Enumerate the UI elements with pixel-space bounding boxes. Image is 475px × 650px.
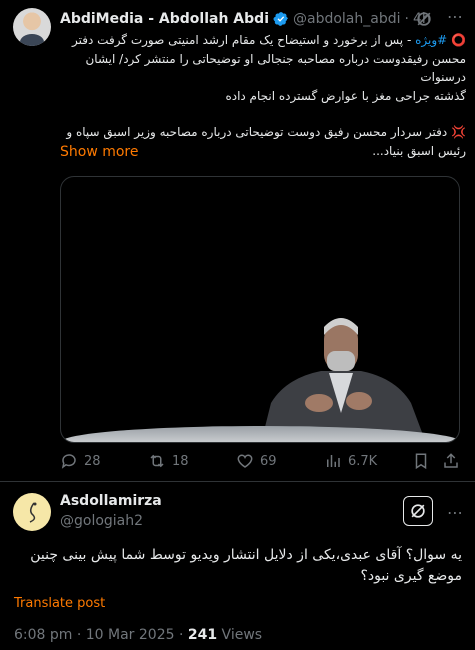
translate-post-link[interactable]: Translate post bbox=[14, 596, 105, 611]
grok-icon[interactable] bbox=[414, 9, 434, 29]
like-icon bbox=[237, 454, 253, 468]
reply-icon bbox=[61, 454, 76, 469]
reply-count: 28 bbox=[84, 453, 101, 469]
separator-dot: · bbox=[404, 11, 409, 27]
repost-icon bbox=[150, 454, 164, 468]
reply-text: یه سوال؟ آقای عبدی،یکی از دلایل انتشار و… bbox=[30, 547, 462, 584]
post-metadata: 6:08 pm · 10 Mar 2025 · 241 Views bbox=[14, 627, 262, 643]
verified-badge-icon bbox=[273, 12, 288, 26]
views-button[interactable]: 6.7K bbox=[324, 452, 377, 470]
divider bbox=[0, 481, 475, 482]
video-thumbnail[interactable] bbox=[60, 176, 460, 443]
author-avatar[interactable] bbox=[13, 8, 51, 46]
tweet-header: AbdiMedia - Abdollah Abdi @abdolah_abdi … bbox=[60, 9, 431, 29]
views-count: 6.7K bbox=[348, 453, 378, 469]
reply-author-name[interactable]: Asdollamirza bbox=[60, 493, 162, 509]
more-icon[interactable]: ⋯ bbox=[447, 503, 463, 522]
bookmark-button[interactable] bbox=[412, 452, 436, 470]
views-label: Views bbox=[217, 627, 263, 643]
show-more-link[interactable]: Show more bbox=[60, 144, 139, 160]
text-line: - پس از برخورد و استیضاح یک مقام ارشد ام… bbox=[72, 33, 416, 47]
text-line: گذشته جراحی مغز با عوارض گسترده انجام دا… bbox=[225, 88, 466, 103]
reply-button[interactable]: 28 bbox=[60, 452, 101, 470]
spark-icon: 💢 bbox=[451, 125, 466, 139]
hashtag-link[interactable]: #ویژه bbox=[415, 33, 447, 47]
reply-author-handle[interactable]: @gologiah2 bbox=[60, 513, 143, 529]
text-line: محسن رفیقدوست درباره مصاحبه جنجالی او تو… bbox=[85, 51, 466, 85]
views-number: 241 bbox=[187, 627, 218, 643]
like-count: 69 bbox=[260, 453, 277, 469]
grok-icon bbox=[411, 504, 425, 518]
grok-button[interactable] bbox=[403, 496, 433, 526]
bookmark-icon bbox=[415, 453, 427, 470]
post-timestamp[interactable]: 6:08 pm · 10 Mar 2025 · bbox=[14, 627, 188, 643]
views-icon bbox=[327, 455, 340, 467]
share-button[interactable] bbox=[442, 452, 466, 470]
like-button[interactable]: 69 bbox=[236, 452, 277, 470]
tweet-actions: 28 18 69 6.7K bbox=[60, 452, 460, 474]
repost-button[interactable]: 18 bbox=[148, 452, 189, 470]
share-icon bbox=[444, 453, 458, 468]
author-handle[interactable]: @abdolah_abdi bbox=[293, 11, 401, 27]
interview-person-image bbox=[261, 318, 426, 442]
tweet-text: ⭕ #ویژه - پس از برخورد و استیضاح یک مقام… bbox=[58, 31, 466, 160]
text-line: دفتر سردار محسن رفیق دوست توضیحاتی دربار… bbox=[66, 125, 448, 139]
more-icon[interactable]: ⋯ bbox=[447, 9, 465, 28]
repost-count: 18 bbox=[172, 453, 189, 469]
avatar-drawing bbox=[29, 502, 37, 523]
red-circle-icon: ⭕ bbox=[451, 33, 466, 47]
reply-author-avatar[interactable] bbox=[13, 493, 51, 531]
author-name[interactable]: AbdiMedia - Abdollah Abdi bbox=[60, 11, 269, 27]
